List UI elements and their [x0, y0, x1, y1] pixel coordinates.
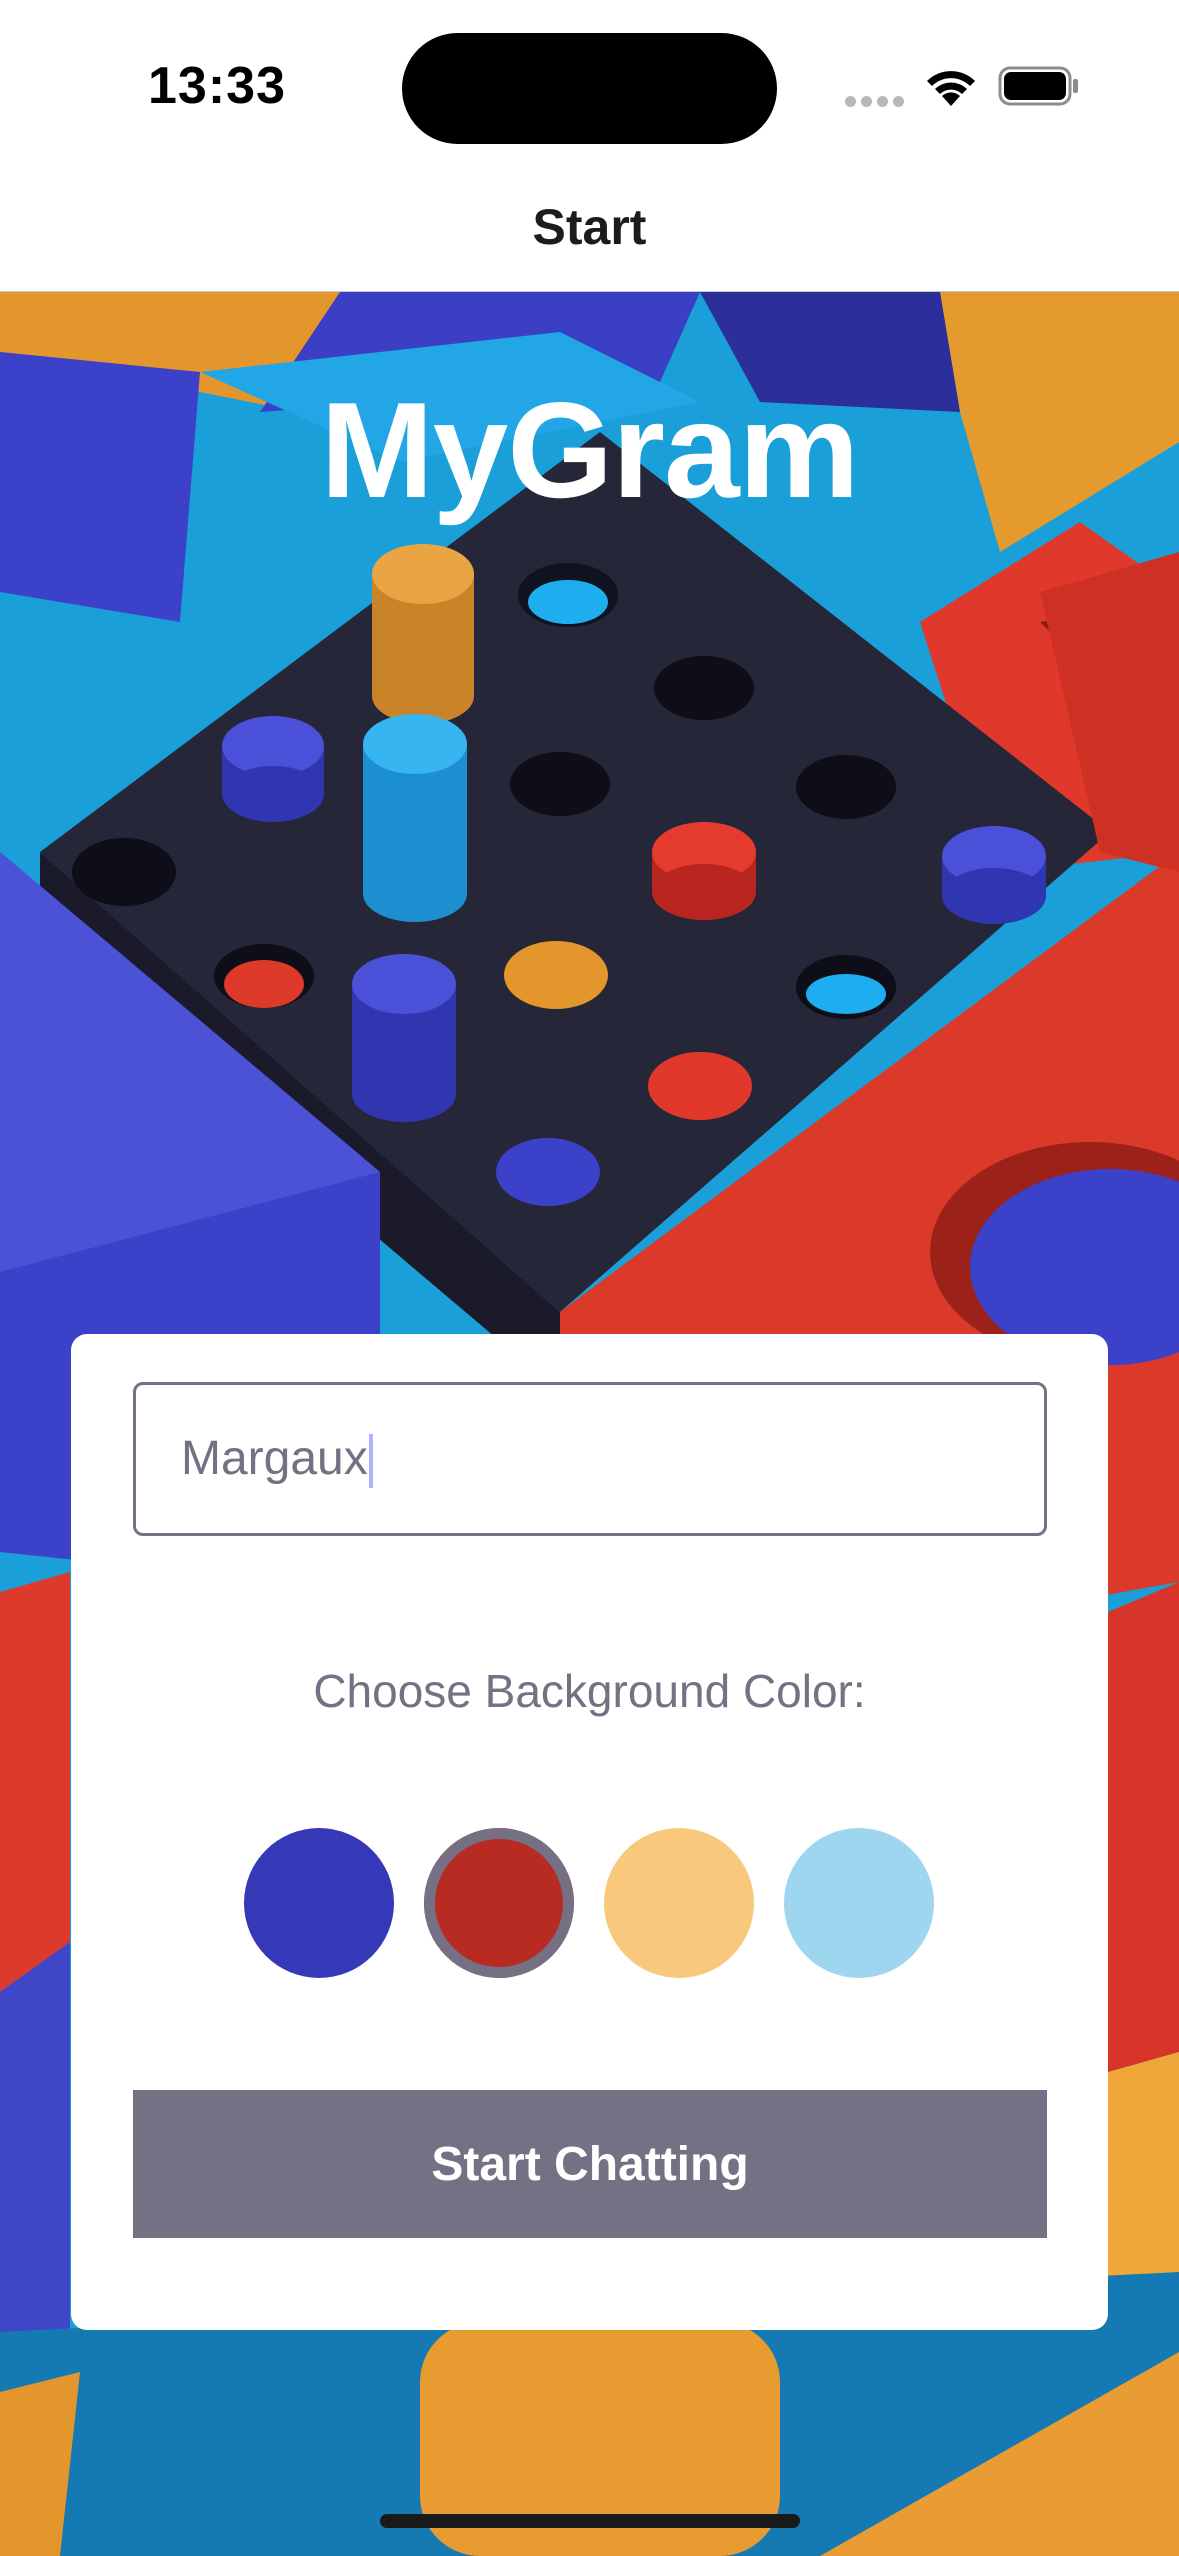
- name-input[interactable]: Margaux: [133, 1382, 1047, 1536]
- text-caret: [368, 1434, 373, 1489]
- color-option-4[interactable]: [784, 1828, 934, 1978]
- home-indicator[interactable]: [380, 2514, 800, 2528]
- navigation-bar: Start: [0, 170, 1179, 292]
- color-option-3[interactable]: [604, 1828, 754, 1978]
- app-title: MyGram: [320, 374, 859, 526]
- name-input-value[interactable]: Margaux: [181, 1431, 373, 1489]
- wifi-icon: [922, 62, 980, 108]
- status-time: 13:33: [148, 57, 286, 115]
- status-bar: 13:33: [0, 0, 1179, 170]
- start-card: Margaux Choose Background Color: Start C…: [71, 1334, 1108, 2330]
- start-chatting-button[interactable]: Start Chatting: [133, 2090, 1047, 2238]
- nav-title: Start: [532, 199, 647, 255]
- battery-icon: [998, 66, 1080, 106]
- color-picker: [244, 1828, 944, 1978]
- color-label: Choose Background Color:: [313, 1665, 866, 1717]
- color-option-2[interactable]: [424, 1828, 574, 1978]
- cellular-signal-icon: [845, 96, 905, 108]
- color-option-1[interactable]: [244, 1828, 394, 1978]
- dynamic-island: [402, 33, 777, 144]
